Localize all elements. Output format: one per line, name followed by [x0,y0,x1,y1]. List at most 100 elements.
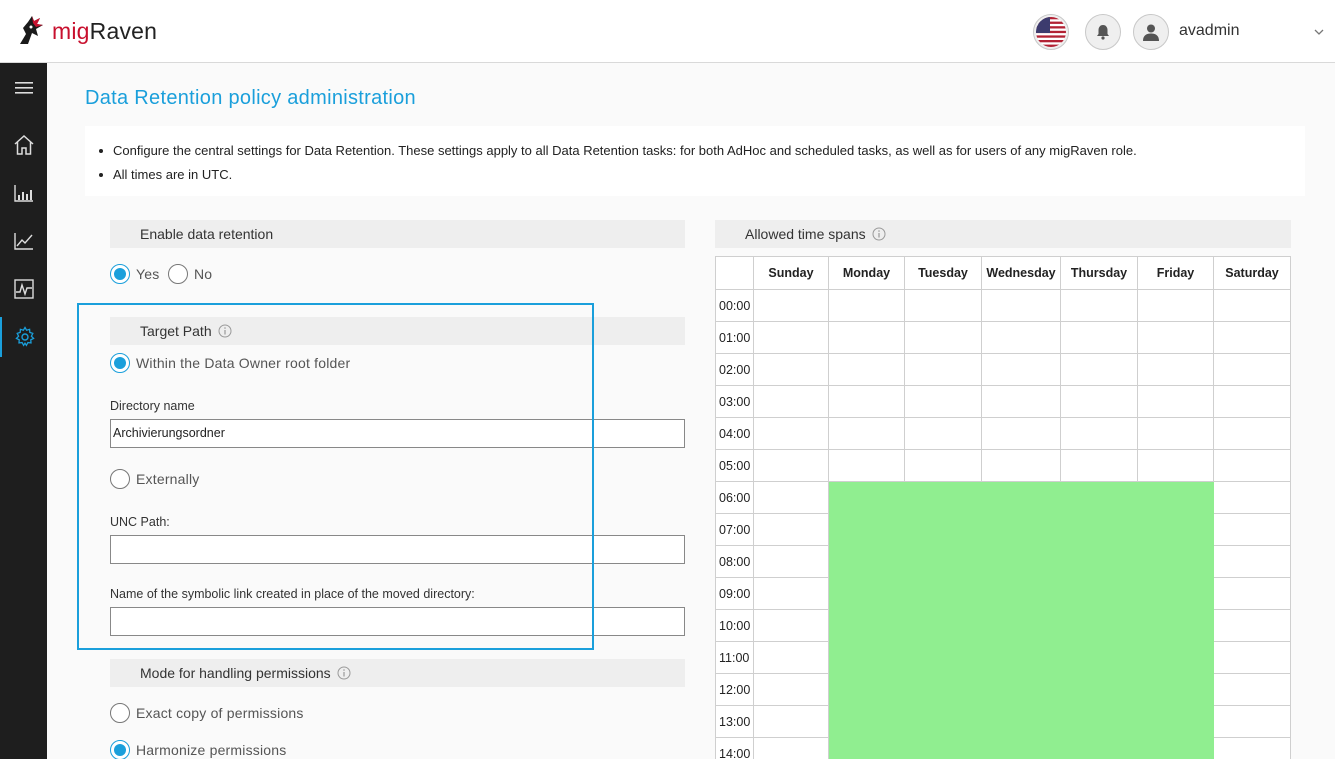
time-slot-allowed[interactable] [1137,545,1214,578]
time-slot-allowed[interactable] [981,737,1061,759]
day-header-saturday[interactable]: Saturday [1213,256,1291,290]
hour-label[interactable]: 10:00 [715,609,754,642]
hour-label[interactable]: 11:00 [715,641,754,674]
time-slot[interactable] [753,609,829,642]
day-header-friday[interactable]: Friday [1137,256,1214,290]
time-slot[interactable] [1213,641,1291,674]
notifications-button[interactable] [1085,14,1121,50]
time-slot[interactable] [904,449,982,482]
time-slot[interactable] [1060,417,1138,450]
time-slot-allowed[interactable] [1060,513,1138,546]
time-slot-allowed[interactable] [828,513,905,546]
sidebar-item-analytics[interactable] [0,221,47,261]
hour-label[interactable]: 09:00 [715,577,754,610]
time-slot-allowed[interactable] [1137,577,1214,610]
time-slot-allowed[interactable] [981,673,1061,706]
time-slot[interactable] [1060,289,1138,322]
radio-dot[interactable] [110,469,130,489]
time-slot[interactable] [1137,417,1214,450]
sidebar-menu-toggle[interactable] [0,68,47,108]
time-slot[interactable] [753,481,829,514]
time-slot[interactable] [1060,385,1138,418]
time-slot-allowed[interactable] [828,737,905,759]
time-slot[interactable] [981,353,1061,386]
time-slot-allowed[interactable] [1137,481,1214,514]
time-slot-allowed[interactable] [828,673,905,706]
time-slot[interactable] [904,385,982,418]
time-slot-allowed[interactable] [1060,481,1138,514]
hour-label[interactable]: 04:00 [715,417,754,450]
time-slot-allowed[interactable] [828,481,905,514]
radio-permissions-harmonize[interactable]: Harmonize permissions [110,740,286,759]
time-slot-allowed[interactable] [904,577,982,610]
day-header-monday[interactable]: Monday [828,256,905,290]
time-slot[interactable] [1213,385,1291,418]
time-slot[interactable] [753,289,829,322]
time-slot[interactable] [1137,385,1214,418]
time-slot[interactable] [1213,737,1291,759]
time-slot[interactable] [753,385,829,418]
radio-target-within[interactable]: Within the Data Owner root folder [110,353,350,373]
time-slot[interactable] [1213,577,1291,610]
hour-label[interactable]: 13:00 [715,705,754,738]
time-slot[interactable] [904,417,982,450]
time-slot[interactable] [904,289,982,322]
time-slot-allowed[interactable] [904,737,982,759]
radio-enable-yes[interactable]: Yes [110,264,159,284]
day-header-sunday[interactable]: Sunday [753,256,829,290]
time-slot[interactable] [753,673,829,706]
time-slot[interactable] [753,705,829,738]
radio-dot[interactable] [168,264,188,284]
time-slot[interactable] [904,321,982,354]
hour-label[interactable]: 03:00 [715,385,754,418]
time-slot-allowed[interactable] [981,577,1061,610]
day-header-thursday[interactable]: Thursday [1060,256,1138,290]
time-slot-allowed[interactable] [981,545,1061,578]
time-slot[interactable] [1213,417,1291,450]
chevron-down-icon[interactable] [1313,26,1325,38]
radio-dot[interactable] [110,353,130,373]
hour-label[interactable]: 12:00 [715,673,754,706]
directory-name-input[interactable]: Archivierungsordner [110,419,685,448]
time-slot-allowed[interactable] [1137,609,1214,642]
time-slot-allowed[interactable] [904,673,982,706]
hour-label[interactable]: 07:00 [715,513,754,546]
time-slot-allowed[interactable] [904,513,982,546]
time-slot[interactable] [981,449,1061,482]
app-logo[interactable]: migRaven [14,14,157,48]
hour-label[interactable]: 00:00 [715,289,754,322]
time-slot[interactable] [1213,289,1291,322]
time-slot[interactable] [981,417,1061,450]
info-icon[interactable] [872,227,886,241]
time-slot[interactable] [1213,481,1291,514]
hour-label[interactable]: 05:00 [715,449,754,482]
time-slot[interactable] [753,545,829,578]
time-slot[interactable] [1213,705,1291,738]
time-slot-allowed[interactable] [1060,577,1138,610]
sidebar-item-monitoring[interactable] [0,269,47,309]
unc-path-input[interactable] [110,535,685,564]
time-slot-allowed[interactable] [981,609,1061,642]
time-slot-allowed[interactable] [1137,705,1214,738]
time-slot-allowed[interactable] [1060,737,1138,759]
day-header-wednesday[interactable]: Wednesday [981,256,1061,290]
hour-label[interactable]: 01:00 [715,321,754,354]
time-slot-allowed[interactable] [981,513,1061,546]
sidebar-item-home[interactable] [0,125,47,165]
time-slot[interactable] [1213,353,1291,386]
time-slot-allowed[interactable] [904,545,982,578]
hour-label[interactable]: 08:00 [715,545,754,578]
time-slot-allowed[interactable] [828,577,905,610]
radio-target-externally[interactable]: Externally [110,469,199,489]
hour-label[interactable]: 14:00 [715,737,754,759]
time-slot[interactable] [828,353,905,386]
time-slot[interactable] [1213,609,1291,642]
time-slot[interactable] [1137,289,1214,322]
time-slot[interactable] [1213,673,1291,706]
radio-permissions-exact[interactable]: Exact copy of permissions [110,703,304,723]
time-slot[interactable] [981,289,1061,322]
time-slot[interactable] [828,449,905,482]
time-slot-allowed[interactable] [981,641,1061,674]
time-slot[interactable] [1213,513,1291,546]
hour-label[interactable]: 02:00 [715,353,754,386]
